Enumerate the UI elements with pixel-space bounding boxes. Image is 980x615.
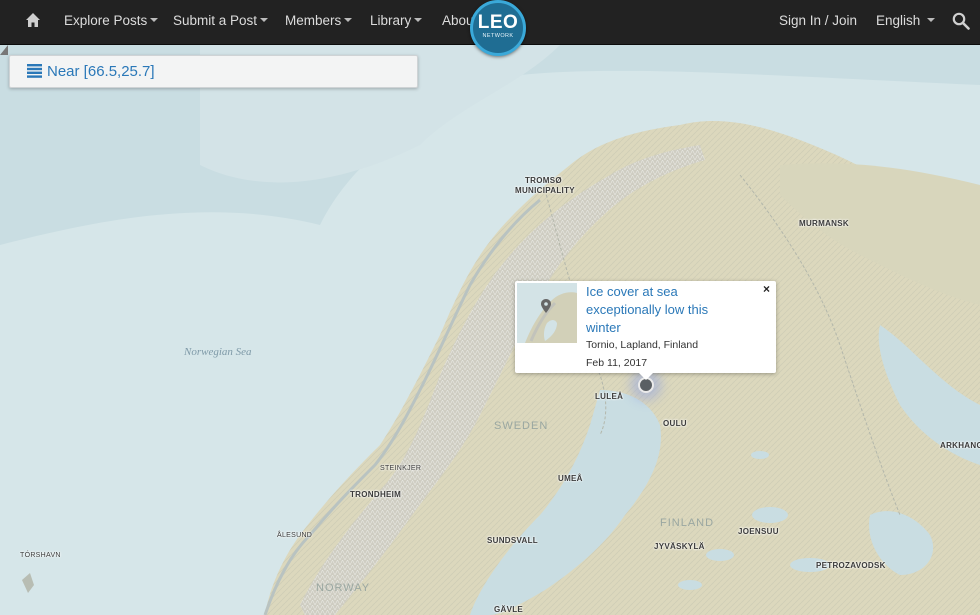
popup-location: Tornio, Lapland, Finland [586,339,699,351]
popup-thumbnail[interactable] [517,283,577,343]
caret-down-icon [150,18,159,23]
map-corner-mark-icon [0,45,8,55]
leo-network-logo[interactable]: LEO NETWORK [470,0,526,56]
caret-down-icon [260,18,269,23]
caret-down-icon [414,18,423,23]
list-icon [27,64,42,78]
home-icon[interactable] [25,12,41,28]
nav-submit-post[interactable]: Submit a Post [173,0,269,44]
map-label-umea: UMEÅ [558,474,583,483]
nav-members-label: Members [285,13,342,28]
location-panel[interactable]: Near [66.5,25.7] [9,55,418,88]
close-icon[interactable]: × [763,282,770,296]
caret-down-icon [927,18,936,23]
nav-submit-post-label: Submit a Post [173,13,258,28]
popup-date: Feb 11, 2017 [586,357,648,369]
map-label-murmansk: MURMANSK [799,219,849,228]
sign-in-link[interactable]: Sign In / Join [779,0,857,44]
map-label-gavle: GÄVLE [494,605,524,614]
language-label: English [876,13,921,28]
map-label-jyvaskyla: JYVÄSKYLÄ [654,542,705,551]
map-label-alesund: ÅLESUND [277,532,313,539]
caret-down-icon [344,18,353,23]
map-pin-icon [541,299,551,313]
sign-in-label: Sign In / Join [779,13,858,28]
map-label-sweden: SWEDEN [494,420,549,432]
nav-about-label: Abou [442,13,474,28]
popup-post-title-link[interactable]: Ice cover at sea exceptionally low this … [586,283,746,337]
map-label-arkhang: ARKHANG [940,441,980,450]
map-label-tromso: TROMSØ [525,176,562,185]
map-label-norwegian-sea: Norwegian Sea [184,346,252,358]
map-label-joensuu: JOENSUU [738,527,779,536]
nav-library[interactable]: Library [370,0,423,44]
map-view[interactable]: TROMSØ MUNICIPALITY MURMANSK Norwegian S… [0,45,980,615]
map-label-sundsvall: SUNDSVALL [487,536,538,545]
nav-members[interactable]: Members [285,0,353,44]
nav-explore-posts-label: Explore Posts [64,13,148,28]
nav-explore-posts[interactable]: Explore Posts [64,0,159,44]
nav-library-label: Library [370,13,412,28]
logo-subtext: NETWORK [482,33,514,39]
map-label-finland: FINLAND [660,517,715,529]
logo-text: LEO [477,12,519,33]
map-label-oulu: OULU [663,419,687,428]
map-label-trondheim: TRONDHEIM [350,490,402,499]
map-basemap [0,45,980,615]
popup-tip [638,372,654,380]
map-label-tromso-municipality: MUNICIPALITY [515,186,575,195]
map-label-steinkjer: STEINKJER [380,465,422,472]
map-label-lulea: LULEÅ [595,392,624,401]
language-dropdown[interactable]: English [876,0,936,44]
map-label-torshavn: TÓRSHAVN [20,552,61,559]
map-label-norway: NORWAY [316,582,371,594]
post-popup: Ice cover at sea exceptionally low this … [515,281,776,373]
location-label: Near [66.5,25.7] [47,63,155,80]
nav-about[interactable]: Abou [442,0,474,44]
search-icon[interactable] [952,12,970,30]
map-label-petrozavodsk: PETROZAVODSK [816,561,886,570]
thumbnail-map-image [517,283,577,343]
